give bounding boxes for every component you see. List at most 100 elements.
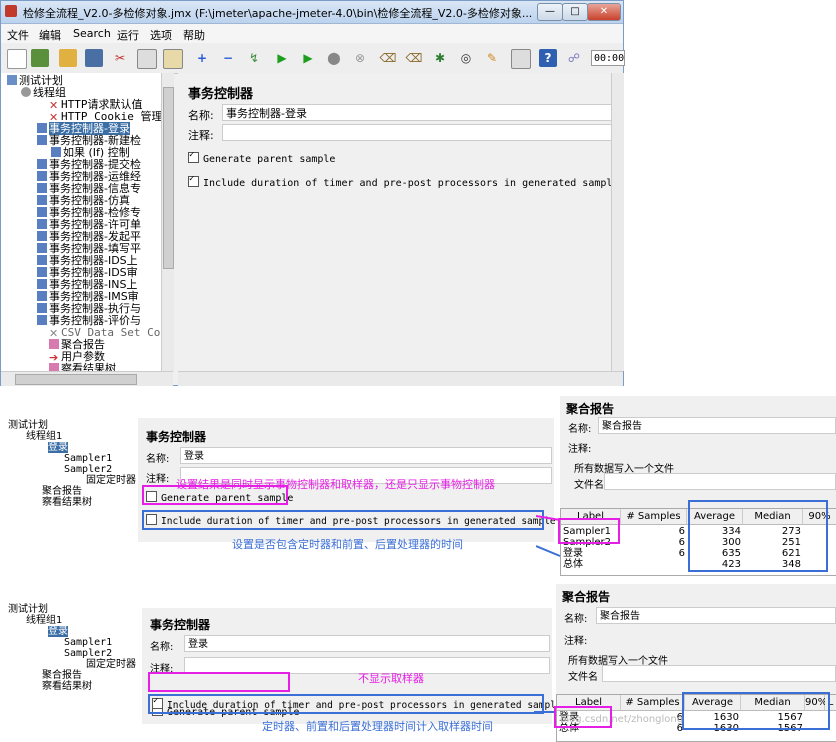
stop-icon[interactable]: ⬤ [325,49,343,67]
report-name-field[interactable]: 聚合报告 [596,607,836,624]
controller-icon [37,267,47,277]
shutdown-icon[interactable]: ⊗ [351,49,369,67]
open-icon[interactable] [59,49,77,67]
controller-icon [37,243,47,253]
save-icon[interactable] [85,49,103,67]
listener-icon [49,339,59,349]
close-button[interactable]: ✕ [587,3,621,21]
tree-node-thread-group[interactable]: 线程组 [21,87,66,99]
function-helper-icon[interactable] [511,49,531,69]
help-icon[interactable]: ? [539,49,557,67]
col-samples[interactable]: # Samples [621,695,685,711]
bug-icon[interactable]: ✱ [431,49,449,67]
filename-field[interactable] [604,473,836,490]
arrows [534,711,554,713]
reset-search-icon[interactable]: ✎ [483,49,501,67]
toggle-icon[interactable]: ↯ [245,49,263,67]
start-icon[interactable]: ▶ [273,49,291,67]
arrow-blue [536,545,561,557]
tree-node-login[interactable]: 登录 [48,626,68,637]
name-field[interactable]: 登录 [184,635,550,652]
include-timer-option[interactable]: Include duration of timer and pre-post p… [188,174,618,189]
controller-icon [37,231,47,241]
annotation-include-timer: 设置是否包含定时器和前置、后置处理器的时间 [232,538,463,551]
tree-node-aggregate-report[interactable]: 聚合报告 [8,670,136,681]
maximize-button[interactable]: □ [562,3,588,21]
controller-icon [37,195,47,205]
controller-icon [37,303,47,313]
table-cell-samples: 6 [678,526,685,537]
tree-node-aggregate-report[interactable]: 聚合报告 [8,486,136,497]
new-icon[interactable] [7,49,27,69]
menu-file[interactable]: 文件 [7,27,29,43]
filename-label: 文件名 [568,672,598,683]
tree-node-test-plan[interactable]: 测试计划 [8,604,136,615]
name-field[interactable]: 登录 [180,447,552,464]
tree-node-test-plan[interactable]: 测试计划 [8,420,136,431]
collapse-icon[interactable]: − [219,49,237,67]
panel-horizontal-scrollbar[interactable] [178,371,623,386]
highlight-include-timer [142,510,544,530]
tree-horizontal-scrollbar[interactable] [1,371,173,386]
clear-icon[interactable]: ⌫ [379,49,397,67]
menu-run[interactable]: 运行 [117,27,139,43]
search-icon[interactable]: ◎ [457,49,475,67]
table-cell-label: 总体 [563,559,583,570]
panel-heading: 事务控制器 [150,618,211,632]
comment-label: 注释: [146,474,170,485]
menu-options[interactable]: 选项 [150,27,172,43]
filename-label: 文件名 [574,480,604,491]
generate-parent-checkbox[interactable] [188,150,199,163]
start-no-pause-icon[interactable]: ▶ [299,49,317,67]
title-bar: 检修全流程_V2.0-多检修对象.jmx (F:\jmeter\apache-j… [1,1,623,24]
arrow-magenta [536,515,561,521]
name-field[interactable]: 事务控制器-登录 [222,104,620,121]
remote-icon[interactable]: ☍ [565,49,583,67]
comment-label: 注释: [188,129,214,142]
controller-icon [37,135,47,145]
controller-icon [37,207,47,217]
minimize-button[interactable]: — [537,3,563,21]
filename-field[interactable] [602,665,836,682]
panel-vertical-scrollbar[interactable] [611,73,624,371]
tree-vertical-scrollbar[interactable] [161,73,174,373]
tree-node-sampler1[interactable]: Sampler1 [8,453,136,464]
paste-icon[interactable] [163,49,183,69]
table-cell-samples: 6 [678,548,685,559]
wrench-icon: ✕ [49,327,59,340]
comment-field[interactable] [222,124,620,141]
toolbar: ✂ + − ↯ ▶ ▶ ⬤ ⊗ ⌫ ⌫ ✱ ◎ ✎ ? ☍ 00:00 [1,43,625,74]
generate-parent-option[interactable]: Generate parent sample [188,150,335,165]
demo2-section: 测试计划 线程组1 登录 Sampler1 Sampler2 固定定时器 聚合报… [0,580,836,742]
clear-all-icon[interactable]: ⌫ [405,49,423,67]
tree-node-timer[interactable]: 固定定时器 [8,475,136,486]
tree-node-sampler2[interactable]: Sampler2 [8,648,136,659]
templates-icon[interactable] [31,49,49,67]
tree-node-thread-group[interactable]: 线程组1 [8,431,136,442]
cut-icon[interactable]: ✂ [111,49,129,67]
tree-node-results-tree[interactable]: 察看结果树 [8,497,136,508]
tree-node-timer[interactable]: 固定定时器 [8,659,136,670]
controller-icon [37,171,47,181]
test-plan-tree: 测试计划 线程组 ✕ HTTP请求默认值 ✕ HTTP Cookie 管理 事务控制… [1,73,173,373]
annotation-no-sampler: 不显示取样器 [358,672,424,685]
highlight-timings [682,692,830,730]
copy-icon[interactable] [137,49,157,69]
controller-icon [37,183,47,193]
tree-node-thread-group[interactable]: 线程组1 [8,615,136,626]
include-timer-checkbox[interactable] [188,174,199,187]
menu-search[interactable]: Search [73,27,111,40]
controller-icon [37,315,47,325]
arrow-icon: ➔ [49,351,59,364]
menu-edit[interactable]: 编辑 [39,27,61,43]
expand-icon[interactable]: + [193,49,211,67]
demo2-tree: 测试计划 线程组1 登录 Sampler1 Sampler2 固定定时器 聚合报… [8,604,136,692]
tree-node-sampler1[interactable]: Sampler1 [8,637,136,648]
tree-node-results-tree[interactable]: 察看结果树 [8,681,136,692]
tree-node-login[interactable]: 登录 [48,442,68,453]
col-samples[interactable]: # Samples [621,509,687,525]
tree-node-sampler2[interactable]: Sampler2 [8,464,136,475]
demo1-tree: 测试计划 线程组1 登录 Sampler1 Sampler2 固定定时器 聚合报… [8,420,136,508]
report-name-field[interactable]: 聚合报告 [598,417,836,434]
menu-help[interactable]: 帮助 [183,27,205,43]
